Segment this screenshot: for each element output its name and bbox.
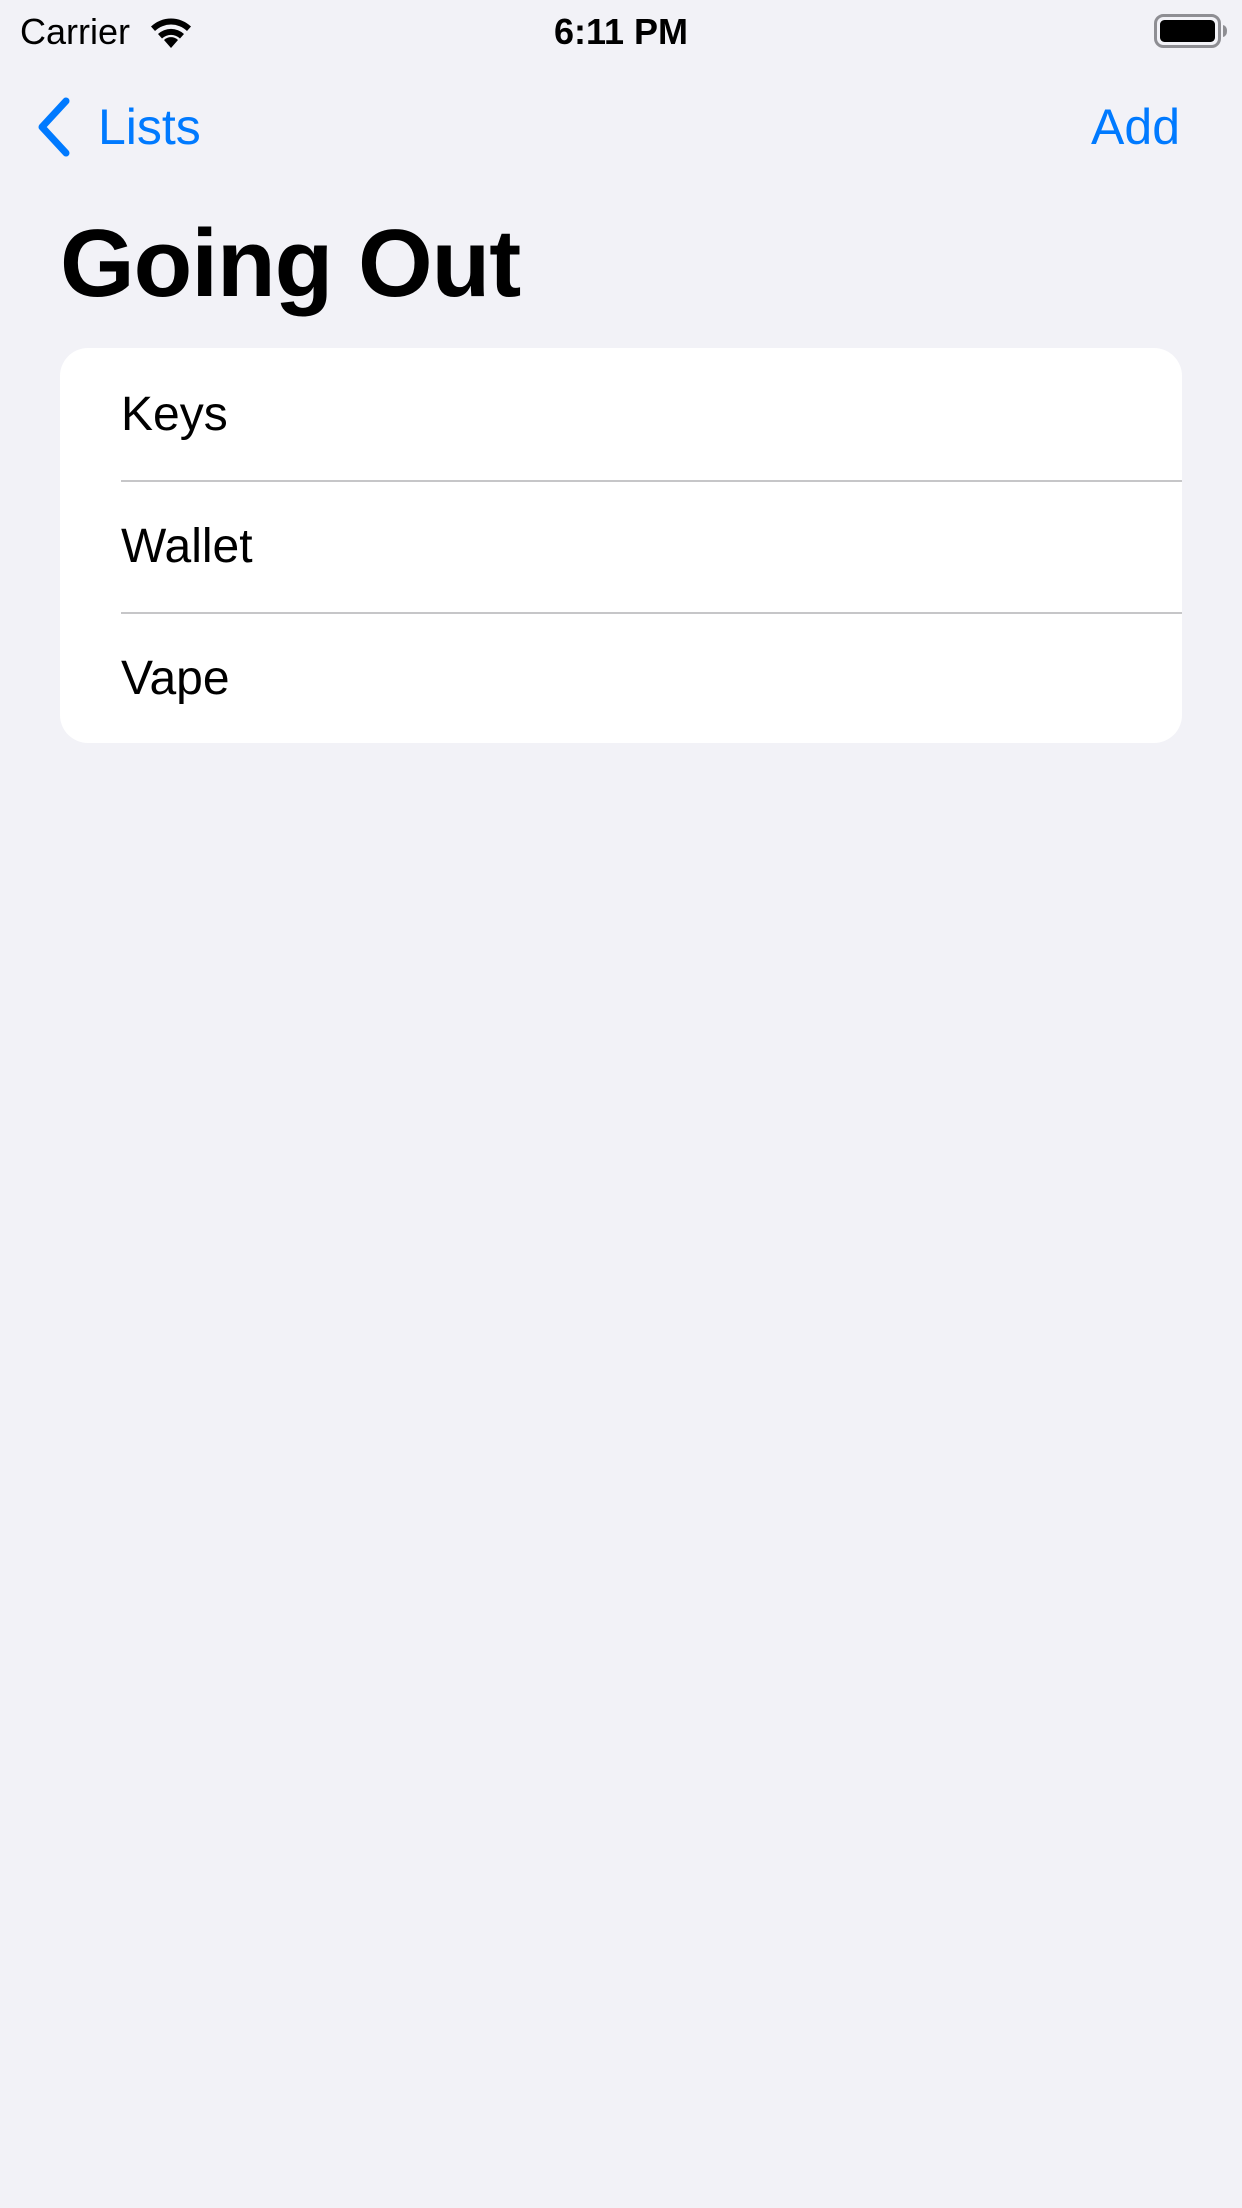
navigation-bar: Lists Add: [0, 88, 1242, 168]
page-title: Going Out: [60, 210, 521, 317]
battery-full-icon: [1154, 14, 1227, 48]
chevron-left-icon: [38, 97, 70, 157]
items-list: Keys Wallet Vape: [60, 348, 1182, 743]
back-button[interactable]: Lists: [36, 94, 201, 160]
status-time: 6:11 PM: [553, 11, 689, 52]
list-item[interactable]: Vape: [60, 612, 1182, 743]
list-item-label: Wallet: [121, 519, 253, 573]
add-button[interactable]: Add: [1091, 94, 1180, 160]
status-bar: Carrier 6:11 PM: [0, 0, 1242, 62]
list-item[interactable]: Wallet: [60, 480, 1182, 612]
back-button-label: Lists: [98, 99, 201, 155]
list-item[interactable]: Keys: [60, 348, 1182, 480]
list-item-label: Keys: [121, 387, 228, 441]
list-item-label: Vape: [121, 651, 230, 705]
